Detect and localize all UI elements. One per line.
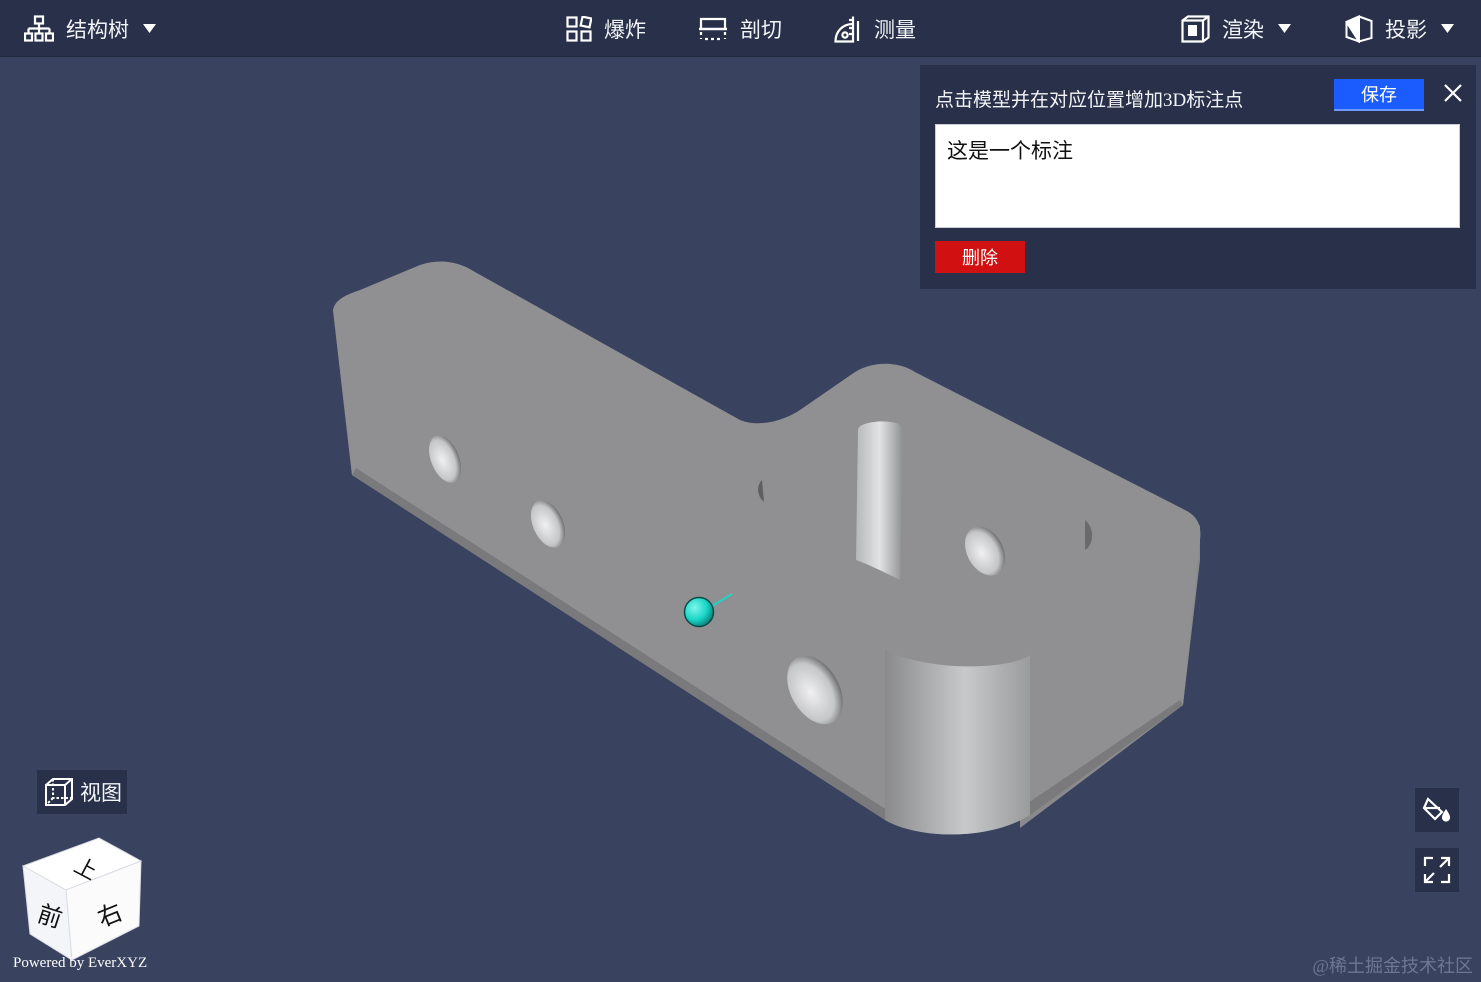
chevron-down-icon — [1441, 24, 1454, 33]
measure-button[interactable]: 测量 — [834, 0, 916, 57]
delete-button[interactable]: 删除 — [935, 241, 1025, 273]
projection-menu[interactable]: 投影 — [1345, 0, 1454, 57]
structure-tree-label: 结构树 — [66, 17, 129, 42]
annotation-text-input[interactable]: 这是一个标注 — [935, 124, 1460, 228]
navigation-cube[interactable]: 上 前 右 — [18, 834, 146, 962]
annotation-marker[interactable] — [683, 596, 715, 628]
watermark: @稀土掘金技术社区 — [1312, 956, 1473, 976]
fullscreen-icon — [1423, 856, 1451, 884]
close-icon — [1444, 84, 1462, 102]
chevron-down-icon — [143, 24, 156, 33]
render-menu[interactable]: 渲染 — [1181, 0, 1291, 57]
view-cube-icon — [45, 778, 73, 806]
view-button[interactable]: 视图 — [37, 770, 127, 814]
measure-icon — [834, 16, 860, 43]
render-label: 渲染 — [1222, 17, 1264, 42]
section-button[interactable]: 剖切 — [698, 0, 782, 57]
annotation-instruction: 点击模型并在对应位置增加3D标注点 — [935, 90, 1244, 111]
view-label: 视图 — [80, 781, 122, 805]
explode-button[interactable]: 爆炸 — [566, 0, 646, 57]
measure-label: 测量 — [874, 17, 916, 42]
section-label: 剖切 — [740, 17, 782, 42]
paint-bucket-icon — [1422, 797, 1451, 822]
save-button[interactable]: 保存 — [1334, 79, 1424, 111]
close-button[interactable] — [1440, 80, 1466, 106]
explode-icon — [566, 15, 592, 42]
structure-tree-icon — [24, 14, 54, 42]
projection-icon — [1345, 14, 1373, 43]
paint-bucket-button[interactable] — [1415, 788, 1459, 832]
section-icon — [699, 17, 727, 40]
projection-label: 投影 — [1385, 17, 1427, 42]
render-icon — [1181, 14, 1210, 43]
fullscreen-button[interactable] — [1415, 848, 1459, 892]
chevron-down-icon — [1278, 24, 1291, 33]
top-toolbar: 结构树 爆炸 剖切 测量 渲染 投影 — [0, 0, 1481, 57]
powered-by-text: Powered by EverXYZ — [13, 955, 148, 971]
structure-tree-menu[interactable]: 结构树 — [24, 0, 156, 57]
annotation-panel: 点击模型并在对应位置增加3D标注点 保存 这是一个标注 删除 — [920, 65, 1476, 289]
explode-label: 爆炸 — [604, 17, 646, 42]
